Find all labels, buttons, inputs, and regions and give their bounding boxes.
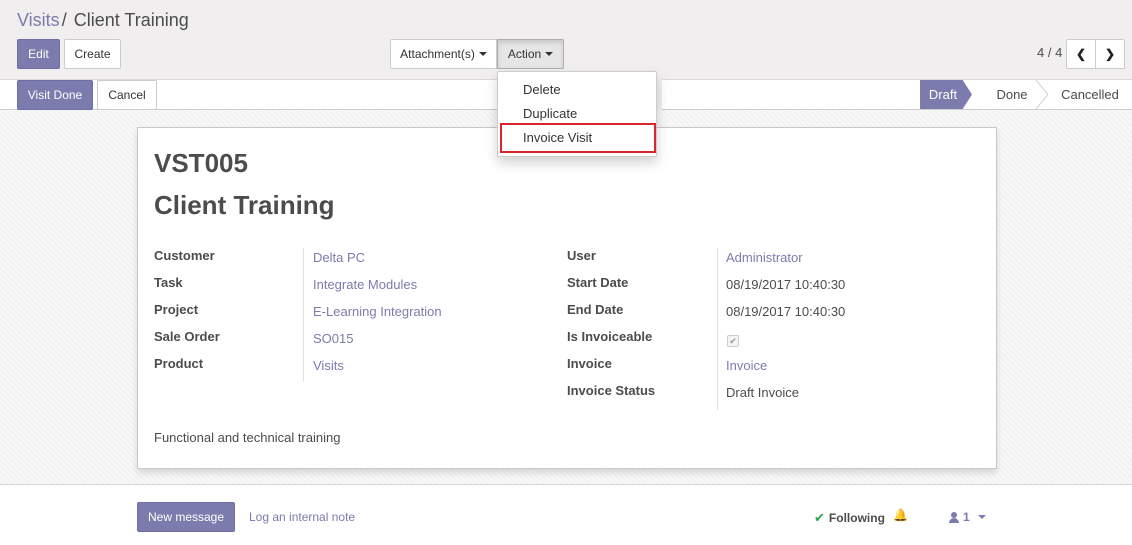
chatter: New message Log an internal note ✔ Follo… [0, 486, 1132, 545]
record-name: Client Training [154, 190, 335, 220]
right-field-group: User Administrator Start Date 08/19/2017… [567, 248, 987, 410]
field-row: Start Date 08/19/2017 10:40:30 [567, 275, 987, 302]
followers-dropdown[interactable]: 1 [949, 510, 986, 524]
new-message-button[interactable]: New message [137, 502, 235, 532]
field-row: Sale Order SO015 [154, 329, 554, 356]
field-row: Customer Delta PC [154, 248, 554, 275]
log-note-link[interactable]: Log an internal note [249, 510, 355, 524]
menu-item-duplicate[interactable]: Duplicate [498, 101, 656, 125]
breadcrumb-separator: / [61, 10, 67, 30]
menu-item-delete[interactable]: Delete [498, 77, 656, 101]
field-label: Product [154, 356, 204, 371]
is-invoiceable-checkbox: ✔ [727, 335, 739, 347]
customer-link[interactable]: Delta PC [313, 250, 365, 265]
field-row: Project E-Learning Integration [154, 302, 554, 329]
task-link[interactable]: Integrate Modules [313, 277, 417, 292]
sale-order-link[interactable]: SO015 [313, 331, 353, 346]
end-date-value: 08/19/2017 10:40:30 [726, 304, 846, 319]
visit-done-button[interactable]: Visit Done [17, 80, 93, 110]
field-label: Invoice Status [567, 383, 656, 398]
pager-value[interactable]: 4 / 4 [1037, 45, 1062, 60]
edit-button[interactable]: Edit [17, 39, 60, 69]
breadcrumb-current: Client Training [73, 10, 189, 30]
user-link[interactable]: Administrator [726, 250, 803, 265]
following-label: Following [828, 511, 885, 525]
field-label: Start Date [567, 275, 629, 290]
start-date-value: 08/19/2017 10:40:30 [726, 277, 846, 292]
description-text: Functional and technical training [154, 430, 341, 445]
control-panel: Visits / Client Training Edit Create Atta… [0, 0, 1132, 80]
field-row: Task Integrate Modules [154, 275, 554, 302]
stage-draft[interactable]: Draft [920, 80, 972, 109]
check-icon: ✔ [814, 510, 825, 525]
breadcrumb-parent-link[interactable]: Visits [17, 10, 60, 30]
field-label: Is Invoiceable [567, 329, 653, 344]
create-button[interactable]: Create [64, 39, 121, 69]
pager-previous-button[interactable]: ❮ [1066, 39, 1096, 69]
user-icon [949, 511, 959, 523]
field-row: User Administrator [567, 248, 987, 275]
attachments-dropdown-button[interactable]: Attachment(s) [390, 39, 497, 69]
stage-cancelled[interactable]: Cancelled [1048, 80, 1132, 109]
caret-down-icon [545, 52, 554, 56]
field-label: Project [154, 302, 199, 317]
field-row: Invoice Status Draft Invoice [567, 383, 987, 410]
following-toggle[interactable]: ✔ Following [814, 510, 885, 526]
field-row: End Date 08/19/2017 10:40:30 [567, 302, 987, 329]
bell-icon[interactable]: 🔔 [893, 508, 908, 522]
field-label: Customer [154, 248, 215, 263]
followers-count: 1 [963, 510, 970, 524]
field-row: Invoice Invoice [567, 356, 987, 383]
invoice-link[interactable]: Invoice [726, 358, 767, 373]
project-link[interactable]: E-Learning Integration [313, 304, 442, 319]
left-field-group: Customer Delta PC Task Integrate Modules… [154, 248, 554, 383]
cancel-button[interactable]: Cancel [97, 80, 157, 110]
record-reference: VST005 [154, 148, 248, 178]
field-label: End Date [567, 302, 624, 317]
stage-done[interactable]: Done [982, 80, 1042, 109]
menu-item-invoice-visit[interactable]: Invoice Visit [498, 125, 656, 149]
action-dropdown-menu: Delete Duplicate Invoice Visit [497, 71, 657, 157]
attachments-label: Attachment(s) [400, 47, 475, 61]
breadcrumb: Visits / Client Training [17, 10, 189, 31]
chevron-left-icon: ❮ [1075, 47, 1087, 61]
chevron-right-icon: ❯ [1104, 47, 1116, 61]
field-label: Task [154, 275, 183, 290]
caret-down-icon [977, 515, 986, 519]
field-label: Invoice [567, 356, 612, 371]
caret-down-icon [478, 52, 487, 56]
field-label: Sale Order [154, 329, 220, 344]
invoice-status-value: Draft Invoice [726, 385, 799, 400]
action-label: Action [507, 47, 542, 61]
action-dropdown-button[interactable]: Action [497, 39, 564, 69]
product-link[interactable]: Visits [313, 358, 344, 373]
form-sheet: VST005 Client Training Customer Delta PC… [137, 127, 997, 469]
pager-next-button[interactable]: ❯ [1095, 39, 1125, 69]
field-row: Product Visits [154, 356, 554, 383]
field-row: Is Invoiceable ✔ [567, 329, 987, 356]
field-label: User [567, 248, 596, 263]
